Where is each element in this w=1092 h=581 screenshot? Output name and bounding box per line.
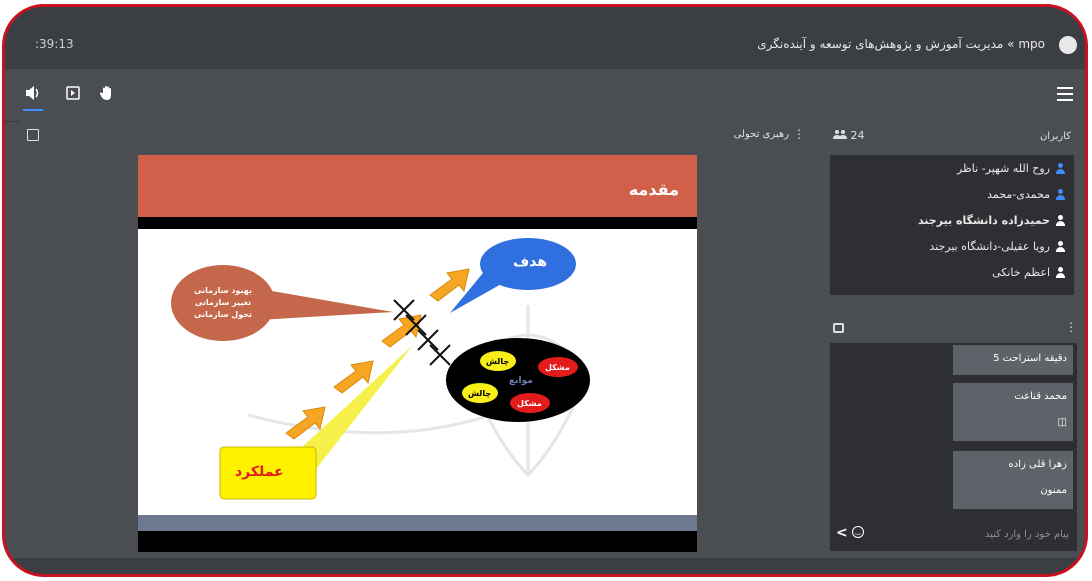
message-text: ممنون (1040, 485, 1067, 496)
user-row[interactable]: اعظم خانکی (830, 259, 1074, 285)
chat-messages[interactable]: دقیقه استراحت 5 محمد قناعت ◫ زهرا قلی زا… (830, 343, 1077, 519)
user-row[interactable]: حمیدزاده دانشگاه بیرجند (830, 207, 1074, 233)
user-row[interactable]: محمدی-محمد (830, 181, 1074, 207)
users-label: کاربران (1039, 131, 1071, 142)
user-row[interactable]: رویا عقیلی-دانشگاه بیرجند (830, 233, 1074, 259)
users-icon (833, 130, 847, 139)
chat-message: محمد قناعت ◫ (953, 383, 1073, 441)
performance-label: عملکرد (235, 464, 284, 480)
chat-header: ⋮ (819, 313, 1083, 343)
presentation-slide: مقدمه هدف بهبود سازمانی تغییر سازمانی تح… (138, 155, 697, 552)
user-icon (1055, 266, 1066, 278)
challenge-label-2: چالش (468, 389, 492, 398)
user-row[interactable]: روح الله شهپر- ناظر (830, 155, 1074, 181)
send-icon[interactable]: < (836, 525, 848, 541)
message-text: ◫ (1057, 417, 1067, 428)
user-name: رویا عقیلی-دانشگاه بیرجند (929, 239, 1050, 253)
user-icon (1055, 188, 1066, 200)
org-change-label-1: بهبود سازمانی (194, 286, 252, 295)
chat-message: دقیقه استراحت 5 (953, 345, 1073, 375)
presentation-label: رهبری تحولی (733, 129, 789, 140)
title-bar: :39:13 mpo » مدیریت آموزش و پژوهش‌های تو… (5, 7, 1085, 69)
user-icon (1055, 214, 1066, 226)
org-change-label-2: تغییر سازمانی (194, 298, 252, 307)
chat-panel: ⋮ دقیقه استراحت 5 محمد قناعت ◫ زهرا قلی … (819, 313, 1083, 558)
minimize-presentation-icon[interactable] (27, 129, 39, 141)
slide-footer (138, 531, 697, 552)
org-change-label-3: تحول سازمانی (193, 310, 253, 319)
obstacles-label: موانع (509, 376, 533, 386)
chat-icon (833, 323, 844, 333)
session-timer: :39:13 (35, 37, 74, 51)
page-title: mpo » مدیریت آموزش و پژوهش‌های توسعه و آ… (757, 37, 1045, 51)
message-text: دقیقه استراحت 5 (993, 353, 1067, 364)
users-panel: کاربران 24 روح الله شهپر- ناظر محمدی-محم… (819, 121, 1083, 297)
presentation-options-icon[interactable]: ⋮ (793, 127, 805, 141)
user-name: روح الله شهپر- ناظر (956, 161, 1050, 175)
user-name: محمدی-محمد (987, 187, 1050, 201)
problem-label-2: مشکل (517, 399, 542, 408)
user-name: حمیدزاده دانشگاه بیرجند (917, 213, 1050, 227)
goal-label: هدف (513, 254, 548, 270)
chat-options-icon[interactable]: ⋮ (1065, 320, 1077, 334)
chat-input[interactable]: پیام خود را وارد کنید < ‿ (830, 519, 1077, 551)
challenge-label-1: چالش (486, 357, 510, 366)
user-icon (1055, 240, 1066, 252)
emoji-icon[interactable]: ‿ (852, 526, 864, 538)
user-icon (1055, 162, 1066, 174)
user-name: اعظم خانکی (992, 265, 1050, 279)
menu-icon[interactable] (1057, 87, 1073, 101)
raise-hand-icon[interactable] (97, 85, 117, 105)
slide-diagram (171, 238, 590, 500)
message-author: زهرا قلی زاده (1008, 459, 1067, 470)
logo-icon (1059, 36, 1077, 54)
message-author: محمد قناعت (1014, 391, 1067, 402)
chat-input-placeholder: پیام خود را وارد کنید (984, 529, 1069, 540)
users-count: 24 (833, 129, 865, 142)
problem-label-1: مشکل (545, 363, 570, 372)
users-count-value: 24 (850, 129, 865, 142)
presentation-area: رهبری تحولی ⋮ مقدمه هدف بهبود سازمانی تغ… (19, 121, 819, 558)
users-list[interactable]: روح الله شهپر- ناظر محمدی-محمد حمیدزاده … (830, 155, 1074, 295)
slide-footer-band (138, 515, 697, 531)
users-header: کاربران 24 (819, 121, 1083, 151)
app-window: :39:13 mpo » مدیریت آموزش و پژوهش‌های تو… (2, 4, 1088, 577)
presentation-header: رهبری تحولی ⋮ (19, 121, 819, 149)
presentation-icon[interactable] (63, 85, 83, 105)
bottom-bar (5, 558, 1085, 574)
speaker-icon[interactable] (23, 85, 43, 111)
toolbar (5, 69, 1085, 122)
chat-message: زهرا قلی زاده ممنون (953, 451, 1073, 509)
